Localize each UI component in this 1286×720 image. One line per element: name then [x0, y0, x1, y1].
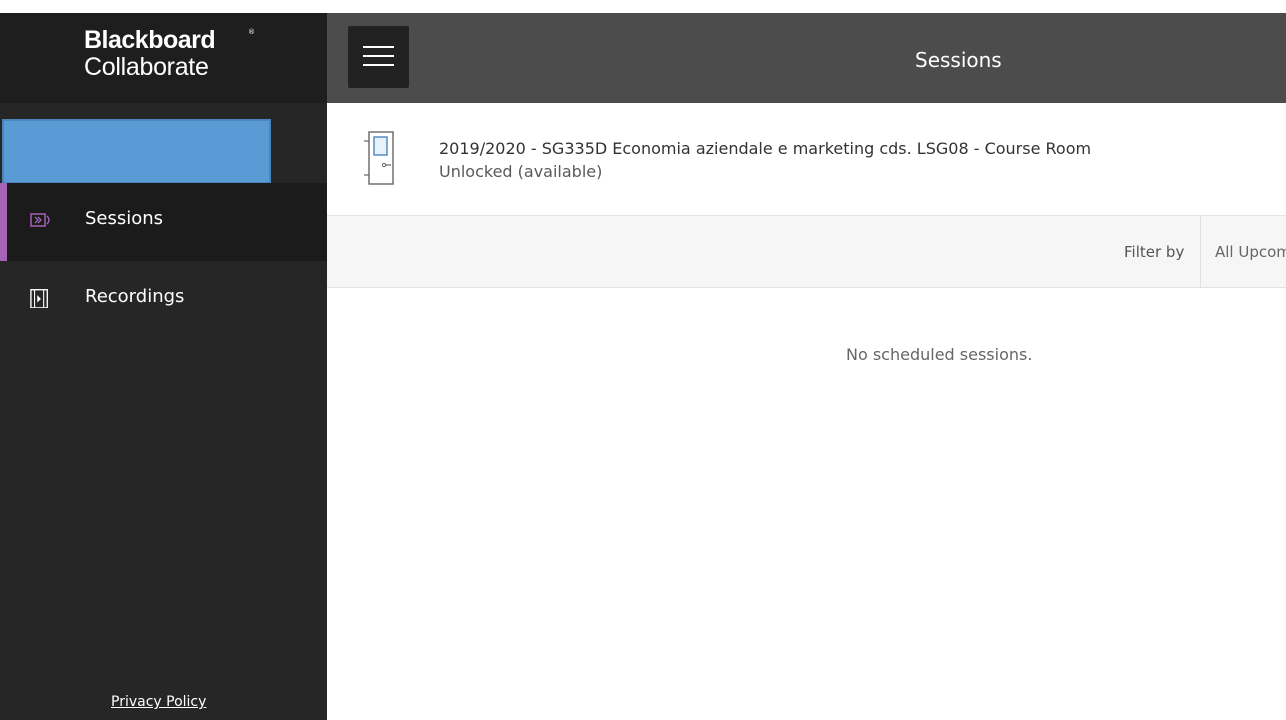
redacted-user-box: [2, 119, 271, 184]
filter-label: Filter by: [1124, 243, 1185, 261]
brand-name: Blackboard: [84, 26, 216, 54]
recordings-icon: [30, 289, 48, 308]
sidebar-item-label: Recordings: [85, 286, 185, 307]
sidebar-item-sessions[interactable]: Sessions: [0, 183, 327, 261]
sidebar-item-recordings[interactable]: Recordings: [0, 261, 327, 339]
hamburger-icon-bar: [363, 55, 394, 57]
brand-product: Collaborate: [84, 53, 209, 81]
empty-sessions-message: No scheduled sessions.: [846, 345, 1033, 364]
brand-mark: ®: [248, 28, 255, 36]
course-room-row[interactable]: 2019/2020 - SG335D Economia aziendale e …: [327, 103, 1286, 216]
sessions-icon: [30, 213, 50, 227]
filter-bar: Filter by All Upcoming: [327, 216, 1286, 288]
menu-button[interactable]: [348, 26, 409, 88]
hamburger-icon-bar: [363, 64, 394, 66]
hamburger-icon: [363, 46, 394, 48]
page-title: Sessions: [915, 48, 1002, 72]
active-indicator: [0, 183, 7, 261]
door-icon: [364, 131, 394, 185]
sidebar: Blackboard ® Collaborate Sessions Record…: [0, 13, 327, 720]
top-strip: [0, 0, 1286, 13]
top-bar: Sessions: [327, 13, 1286, 103]
room-title: 2019/2020 - SG335D Economia aziendale e …: [439, 139, 1092, 158]
sidebar-item-label: Sessions: [85, 208, 164, 229]
privacy-policy-link[interactable]: Privacy Policy: [111, 694, 206, 710]
filter-select-value: All Upcoming: [1215, 243, 1286, 261]
brand-logo: Blackboard ® Collaborate: [0, 13, 327, 103]
room-status: Unlocked (available): [439, 162, 603, 181]
filter-select[interactable]: All Upcoming: [1201, 216, 1286, 288]
